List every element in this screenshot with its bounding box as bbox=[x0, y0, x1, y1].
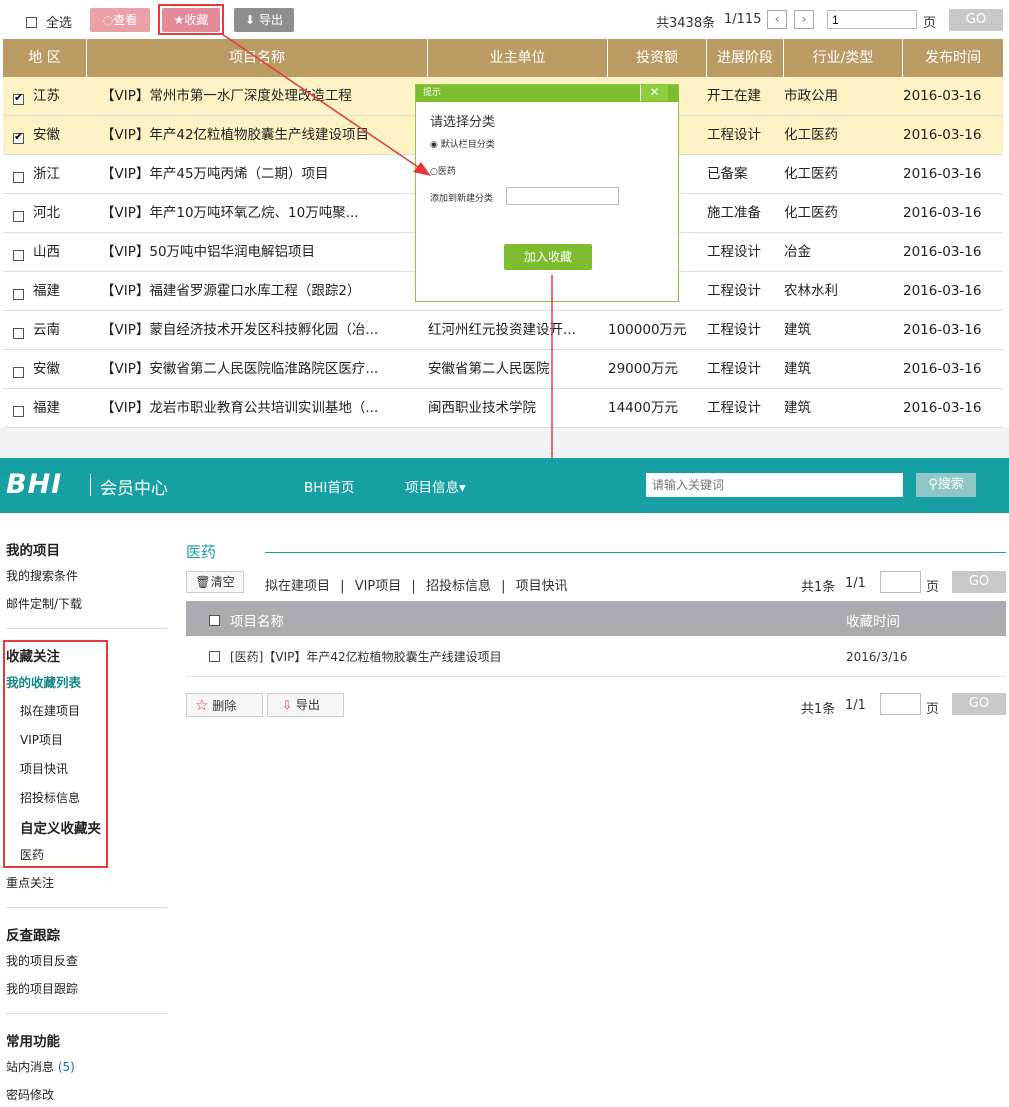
fav-row-checkbox[interactable] bbox=[209, 651, 220, 662]
annotation-arrows bbox=[221, 33, 557, 513]
fav-col-name: 项目名称 bbox=[230, 614, 284, 630]
sidebar-divider bbox=[6, 1013, 167, 1014]
member-center-title: 会员中心 bbox=[100, 479, 168, 499]
content-page-unit-bottom: 页 bbox=[926, 702, 940, 717]
content-total-bottom: 共1条 bbox=[801, 702, 836, 717]
sidebar-common-title: 常用功能 bbox=[6, 1034, 60, 1050]
tab-sep: | bbox=[501, 579, 506, 594]
logo[interactable]: BHI bbox=[6, 469, 62, 500]
search-icon: ⚲ bbox=[928, 477, 938, 492]
tab-vip[interactable]: VIP项目 bbox=[355, 579, 402, 594]
search-button[interactable]: ⚲搜索 bbox=[916, 473, 976, 497]
tab-bidding[interactable]: 招投标信息 bbox=[426, 579, 491, 594]
sidebar-mail-sub[interactable]: 邮件定制/下载 bbox=[6, 595, 82, 612]
page: 全选 ◌查看 ★收藏 ⬇ 导出 共3438条 1/115 ‹ › 页 GO 地 … bbox=[0, 0, 1009, 1107]
title-underline bbox=[265, 552, 1006, 553]
search-input[interactable] bbox=[646, 473, 903, 497]
fav-item-name[interactable]: [医药]【VIP】年产42亿粒植物胶囊生产线建设项目 bbox=[230, 648, 502, 665]
star-outline-icon: ☆ bbox=[195, 696, 209, 714]
tab-sep: | bbox=[411, 579, 416, 594]
tab-pending[interactable]: 拟在建项目 bbox=[265, 579, 330, 594]
sidebar-key-focus[interactable]: 重点关注 bbox=[6, 874, 54, 891]
delete-button[interactable]: ☆ 删除 bbox=[186, 693, 263, 717]
content-go-button-bottom[interactable]: GO bbox=[952, 693, 1006, 715]
sidebar-highlight bbox=[3, 640, 108, 868]
fav-item-time: 2016/3/16 bbox=[846, 650, 908, 664]
fav-table-row[interactable]: [医药]【VIP】年产42亿粒植物胶囊生产线建设项目 2016/3/16 bbox=[186, 636, 1006, 677]
sidebar-my-projects: 我的项目 bbox=[6, 543, 60, 559]
logo-divider bbox=[90, 474, 91, 496]
fav-table-header: 项目名称 收藏时间 bbox=[186, 601, 1006, 636]
sidebar-password[interactable]: 密码修改 bbox=[6, 1086, 54, 1103]
content-page-info: 1/1 bbox=[845, 576, 866, 591]
export-fav-button[interactable]: ⇩ 导出 bbox=[267, 693, 344, 717]
nav-project-info[interactable]: 项目信息▾ bbox=[405, 476, 466, 496]
tab-news[interactable]: 项目快讯 bbox=[516, 579, 568, 594]
content-page-input-bottom[interactable] bbox=[880, 693, 921, 715]
nav-home[interactable]: BHI首页 bbox=[304, 476, 354, 496]
fav-col-time: 收藏时间 bbox=[846, 614, 900, 630]
download-icon: ⇩ bbox=[282, 698, 293, 712]
sidebar-my-search[interactable]: 我的搜索条件 bbox=[6, 567, 78, 584]
content-title: 医药 bbox=[186, 543, 217, 561]
member-nav: BHI 会员中心 BHI首页 项目信息▾ ⚲搜索 bbox=[0, 458, 1009, 513]
content-tabs: 拟在建项目 | VIP项目 | 招投标信息 | 项目快讯 bbox=[265, 575, 568, 594]
sidebar-divider bbox=[6, 907, 167, 908]
sidebar-divider bbox=[6, 628, 167, 629]
clear-button[interactable]: 🗑清空 bbox=[186, 571, 244, 593]
sidebar-track[interactable]: 我的项目跟踪 bbox=[6, 980, 78, 997]
content-page-unit: 页 bbox=[926, 580, 940, 595]
sidebar-messages[interactable]: 站内消息 (5) bbox=[6, 1058, 75, 1075]
messages-count-badge: (5) bbox=[57, 1060, 75, 1074]
fav-select-all-checkbox[interactable] bbox=[209, 614, 220, 626]
content-total: 共1条 bbox=[801, 580, 836, 595]
sidebar-review[interactable]: 我的项目反查 bbox=[6, 952, 78, 969]
sidebar-review-title: 反查跟踪 bbox=[6, 928, 60, 944]
content-go-button[interactable]: GO bbox=[952, 571, 1006, 593]
content-page-info-bottom: 1/1 bbox=[845, 698, 866, 713]
tab-sep: | bbox=[340, 579, 345, 594]
chevron-down-icon: ▾ bbox=[459, 480, 466, 496]
content-page-input[interactable] bbox=[880, 571, 921, 593]
trash-icon: 🗑 bbox=[195, 575, 211, 589]
